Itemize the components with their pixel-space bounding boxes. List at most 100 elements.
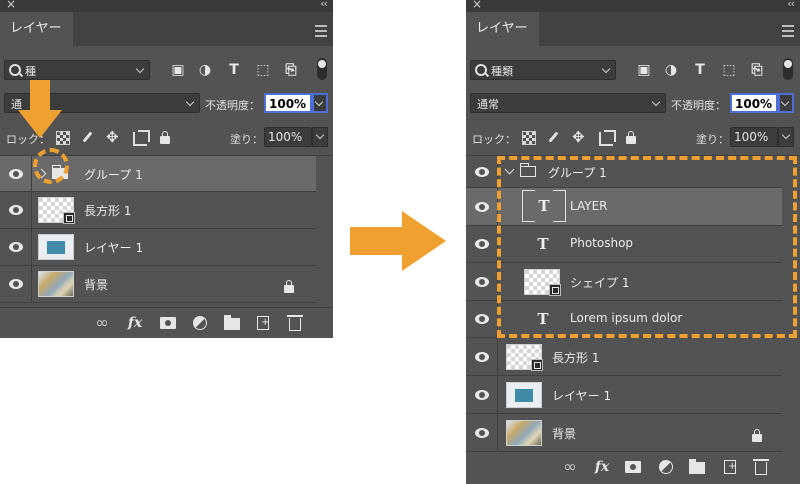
- close-panel-button[interactable]: ×: [6, 0, 16, 11]
- lock-pixels-icon[interactable]: [80, 131, 94, 145]
- image-filter-icon[interactable]: ▣: [170, 62, 186, 78]
- eye-icon[interactable]: [475, 276, 489, 287]
- eye-icon[interactable]: [475, 389, 489, 400]
- visibility-cell: [466, 156, 498, 187]
- collapse-panel-button[interactable]: ‹‹: [320, 0, 328, 10]
- new-layer-icon[interactable]: [724, 459, 736, 475]
- fx-icon[interactable]: fx: [127, 315, 143, 331]
- chevron-down-icon: [135, 64, 145, 74]
- layer-row-pixel[interactable]: レイヤー 1: [466, 376, 782, 414]
- panel-bottom-toolbar: fx: [466, 452, 800, 482]
- eye-icon[interactable]: [475, 351, 489, 362]
- adjustment-filter-icon[interactable]: ◑: [663, 62, 679, 78]
- adjustment-filter-icon[interactable]: ◑: [197, 62, 213, 78]
- type-filter-icon[interactable]: T: [226, 62, 242, 78]
- add-mask-icon[interactable]: [625, 461, 641, 473]
- eye-icon[interactable]: [9, 168, 23, 179]
- opacity-input[interactable]: 100%: [264, 93, 312, 113]
- filter-kind-value: 種: [25, 65, 36, 78]
- fill-input[interactable]: 100%: [264, 127, 312, 147]
- layer-row-background[interactable]: 背景: [0, 266, 316, 303]
- adjustment-layer-icon[interactable]: [193, 316, 207, 330]
- panel-menu-icon[interactable]: [315, 25, 327, 37]
- fill-input[interactable]: 100%: [730, 127, 778, 147]
- blend-mode-select[interactable]: 通常: [470, 93, 666, 113]
- lock-all-icon[interactable]: [626, 131, 636, 144]
- panel-menu-icon[interactable]: [782, 25, 794, 37]
- new-group-icon[interactable]: [689, 459, 705, 474]
- eye-icon[interactable]: [9, 242, 23, 252]
- visibility-cell: [0, 229, 32, 265]
- type-filter-icon[interactable]: T: [692, 62, 708, 78]
- eye-icon[interactable]: [9, 279, 23, 289]
- fx-icon[interactable]: fx: [594, 459, 610, 475]
- panel-bottom-toolbar: fx: [0, 307, 333, 338]
- layer-thumbnail: [506, 381, 542, 408]
- lock-all-icon[interactable]: [160, 131, 170, 144]
- layer-row-background[interactable]: 背景: [466, 414, 782, 452]
- add-mask-icon[interactable]: [160, 317, 176, 329]
- visibility-cell: [466, 376, 498, 413]
- link-layers-icon[interactable]: [94, 315, 110, 331]
- visibility-cell: [466, 263, 498, 300]
- chevron-down-icon: [781, 130, 791, 140]
- lock-position-icon[interactable]: [572, 128, 586, 146]
- filter-kind-select[interactable]: 種: [4, 60, 150, 80]
- image-filter-icon[interactable]: ▣: [636, 62, 652, 78]
- fill-dropdown-button[interactable]: [312, 127, 328, 147]
- adjustment-layer-icon[interactable]: [659, 460, 673, 474]
- blend-mode-value: 通常: [477, 98, 499, 111]
- search-icon: [475, 64, 487, 76]
- eye-icon[interactable]: [475, 427, 489, 438]
- visibility-cell: [466, 226, 498, 262]
- lock-label: ロック：: [472, 133, 516, 146]
- layer-name: 長方形 1: [552, 350, 600, 365]
- eye-icon[interactable]: [475, 201, 489, 212]
- layer-row-shape[interactable]: 長方形 1: [0, 192, 316, 229]
- filter-kind-select[interactable]: 種類: [470, 60, 616, 80]
- chevron-down-icon: [314, 97, 324, 107]
- layer-name: レイヤー 1: [84, 241, 144, 255]
- new-layer-icon[interactable]: [257, 315, 269, 331]
- background-lock-icon: [752, 429, 762, 442]
- eye-icon[interactable]: [9, 205, 23, 215]
- opacity-label: 不透明度：: [205, 99, 260, 112]
- shape-filter-icon[interactable]: ⬚: [721, 62, 737, 78]
- lock-transparent-icon[interactable]: [522, 131, 536, 145]
- visibility-cell: [466, 414, 498, 451]
- lock-position-icon[interactable]: [106, 128, 120, 146]
- trash-icon[interactable]: [753, 459, 769, 475]
- down-arrow-annotation: [18, 80, 62, 138]
- layer-name: レイヤー 1: [552, 388, 612, 403]
- fill-dropdown-button[interactable]: [778, 127, 794, 147]
- opacity-dropdown-button[interactable]: [778, 93, 794, 113]
- collapse-panel-button[interactable]: ‹‹: [787, 0, 795, 10]
- visibility-cell: [0, 156, 32, 191]
- chevron-down-icon: [185, 97, 195, 107]
- lock-artboard-icon[interactable]: [133, 130, 150, 146]
- trash-icon[interactable]: [287, 315, 303, 331]
- shape-filter-icon[interactable]: ⬚: [255, 62, 271, 78]
- layer-row-pixel[interactable]: レイヤー 1: [0, 229, 316, 266]
- shape-badge-icon: [531, 358, 543, 371]
- link-layers-icon[interactable]: [562, 459, 578, 475]
- tab-layers[interactable]: レイヤー: [0, 12, 73, 46]
- panel-tabstrip: レイヤー: [0, 12, 333, 46]
- layer-row-shape[interactable]: 長方形 1: [466, 338, 782, 376]
- opacity-input[interactable]: 100%: [730, 93, 778, 113]
- eye-icon[interactable]: [475, 239, 489, 249]
- opacity-dropdown-button[interactable]: [312, 93, 328, 113]
- filter-toggle[interactable]: [783, 58, 793, 80]
- lock-artboard-icon[interactable]: [599, 130, 616, 146]
- eye-icon[interactable]: [475, 314, 489, 324]
- lock-pixels-icon[interactable]: [546, 131, 560, 145]
- smart-object-filter-icon[interactable]: ⎘: [749, 62, 765, 78]
- new-group-icon[interactable]: [224, 315, 240, 330]
- smart-object-filter-icon[interactable]: ⎘: [283, 62, 299, 78]
- close-panel-button[interactable]: ×: [472, 0, 482, 11]
- eye-icon[interactable]: [475, 166, 489, 177]
- filter-toggle[interactable]: [317, 58, 327, 80]
- filter-kind-value: 種類: [491, 65, 513, 78]
- shape-badge-icon: [63, 212, 75, 224]
- tab-layers[interactable]: レイヤー: [466, 12, 539, 46]
